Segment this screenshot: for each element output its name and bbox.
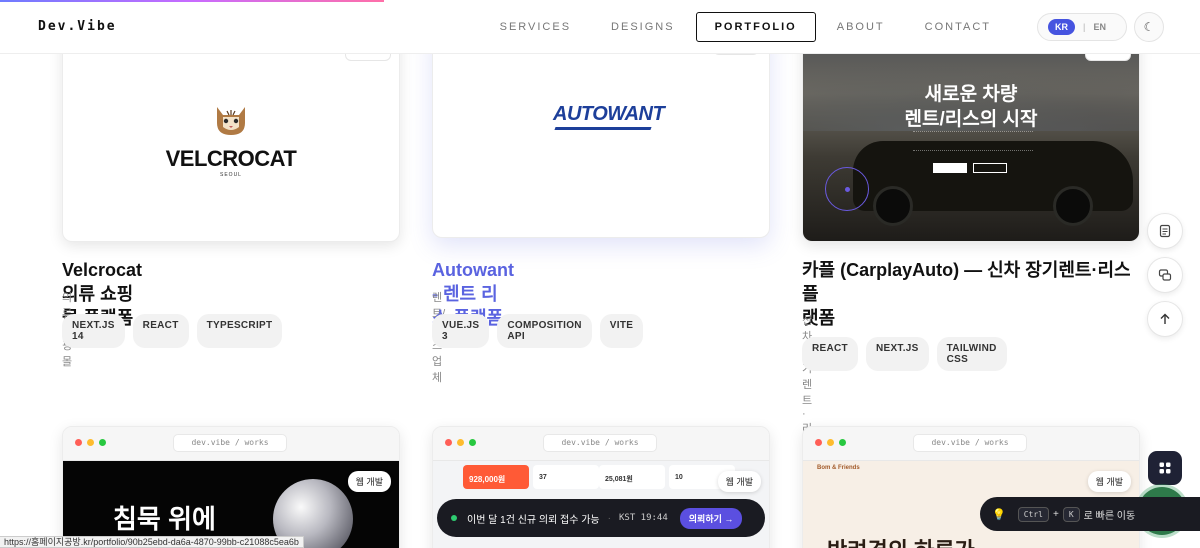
moon-icon: ☾ (1143, 20, 1155, 34)
arrow-up-icon (1160, 313, 1170, 324)
theme-toggle-button[interactable]: ☾ (1134, 12, 1164, 42)
tag: TAILWIND CSS (936, 337, 1007, 371)
cursor-dot-shape (845, 187, 850, 192)
site-header: Dev.Vibe SERVICES DESIGNS PORTFOLIO ABOU… (0, 0, 1200, 54)
toast-separator: · (607, 512, 611, 524)
browser-bar: dev.vibe / works (433, 427, 769, 461)
dash-stat-primary: 928,000원 (463, 465, 529, 489)
quick-nav-hint: 💡 Ctrl + K 로 빠른 이동 (980, 497, 1200, 531)
lightbulb-icon: 💡 (992, 508, 1006, 521)
card-title-line1: 카플 (CarplayAuto) — 신차 장기렌트·리스 플 (802, 260, 1131, 304)
scroll-progress-bar (0, 0, 1200, 2)
document-button[interactable] (1147, 213, 1183, 249)
pet-brand: Bom & Friends (817, 465, 860, 471)
main-nav: SERVICES DESIGNS PORTFOLIO ABOUT CONTACT (479, 12, 1010, 42)
key-plus: + (1052, 508, 1059, 520)
scroll-progress-fill (0, 0, 384, 2)
nav-about[interactable]: ABOUT (818, 12, 904, 42)
browser-bar: dev.vibe / works (803, 427, 1139, 461)
key-k: K (1062, 506, 1080, 522)
car-hero-button-primary (933, 163, 967, 173)
document-icon (1159, 224, 1171, 238)
minimize-dot-icon (87, 439, 94, 446)
maximize-dot-icon (99, 439, 106, 446)
wheel-shape (1053, 186, 1093, 226)
browser-bar: dev.vibe / works (63, 427, 399, 461)
card-title[interactable]: 카플 (CarplayAuto) — 신차 장기렌트·리스 플 랫폼 (802, 258, 1147, 330)
apps-button[interactable] (1148, 451, 1182, 485)
url-pill: dev.vibe / works (173, 434, 287, 452)
toast-message: 이번 달 1건 신규 의뢰 접수 가능 (467, 514, 600, 526)
nav-contact[interactable]: CONTACT (906, 12, 1010, 42)
tag-list: VUE.JS 3 COMPOSITION API VITE (432, 314, 651, 348)
close-dot-icon (75, 439, 82, 446)
lang-en-button[interactable]: EN (1094, 22, 1107, 32)
card-thumbnail[interactable]: 새로운 차량 렌트/리스의 시작 (802, 30, 1140, 242)
browser-status-url: https://홈페이지공방.kr/portfolio/90b25ebd-da6… (0, 536, 304, 548)
portfolio-card-dark[interactable]: dev.vibe / works 침묵 위에 웹 개발 (62, 426, 400, 548)
dash-stat: 25,081원 (599, 465, 665, 489)
grid-icon (1159, 462, 1171, 474)
live-status-dot (451, 515, 457, 521)
toast-time: KST 19:44 (618, 513, 668, 523)
hint-text: 로 빠른 이동 (1083, 510, 1136, 522)
minimize-dot-icon (827, 439, 834, 446)
category-badge: 웹 개발 (1087, 471, 1131, 492)
close-dot-icon (445, 439, 452, 446)
nav-portfolio[interactable]: PORTFOLIO (695, 12, 816, 42)
close-dot-icon (815, 439, 822, 446)
velcrocat-subtext: SEOUL (220, 172, 242, 178)
language-toggle: KR | EN (1037, 13, 1127, 41)
nav-designs[interactable]: DESIGNS (592, 12, 694, 42)
card-thumbnail[interactable]: AUTOWANT (432, 26, 770, 238)
scroll-top-button[interactable] (1147, 301, 1183, 337)
tag: VITE (599, 314, 644, 348)
wheel-shape (873, 186, 913, 226)
tag-list: NEXT.JS 14 REACT TYPESCRIPT (62, 314, 290, 348)
car-hero-title-2: 렌트/리스의 시작 (904, 109, 1038, 130)
car-hero-text-lines (913, 131, 1033, 151)
tag: COMPOSITION API (497, 314, 592, 348)
autowant-logo: AUTOWANT (553, 103, 665, 125)
request-button[interactable]: 의뢰하기 → (679, 507, 743, 529)
minimize-dot-icon (457, 439, 464, 446)
car-hero-title-1: 새로운 차량 (924, 84, 1018, 105)
site-logo[interactable]: Dev.Vibe (38, 19, 117, 34)
tag-list: REACT NEXT.JS TAILWIND CSS (802, 337, 1015, 371)
message-button[interactable] (1147, 257, 1183, 293)
tag: VUE.JS 3 (432, 314, 490, 348)
velcrocat-wordmark: VELCROCAT (165, 146, 297, 171)
url-pill: dev.vibe / works (913, 434, 1027, 452)
tag: NEXT.JS 14 (62, 314, 125, 348)
tag: TYPESCRIPT (196, 314, 283, 348)
dash-stat: 37 (533, 465, 599, 489)
url-pill: dev.vibe / works (543, 434, 657, 452)
tag: REACT (132, 314, 189, 348)
nav-services[interactable]: SERVICES (481, 12, 590, 42)
pet-hero-title: 반려견의 하루가 (827, 533, 975, 548)
cat-icon (217, 107, 245, 135)
maximize-dot-icon (839, 439, 846, 446)
category-badge: 웹 개발 (717, 471, 761, 492)
lang-kr-button[interactable]: KR (1048, 19, 1075, 35)
lang-separator: | (1083, 22, 1086, 32)
availability-toast: 이번 달 1건 신규 의뢰 접수 가능 · KST 19:44 의뢰하기 → (437, 499, 765, 537)
car-hero-button-secondary (973, 163, 1007, 173)
key-ctrl: Ctrl (1017, 506, 1049, 522)
tag: REACT (802, 337, 858, 371)
dark-hero-title: 침묵 위에 (113, 504, 216, 534)
maximize-dot-icon (469, 439, 476, 446)
card-thumbnail[interactable]: VELCROCAT SEOUL (62, 30, 400, 242)
tag: NEXT.JS (865, 337, 929, 371)
chat-bubbles-icon (1158, 269, 1172, 281)
velcrocat-logo: VELCROCAT SEOUL (63, 101, 399, 178)
category-badge: 웹 개발 (347, 471, 391, 492)
autowant-logo-underline (554, 127, 652, 130)
dark-hero: 침묵 위에 (63, 461, 399, 548)
